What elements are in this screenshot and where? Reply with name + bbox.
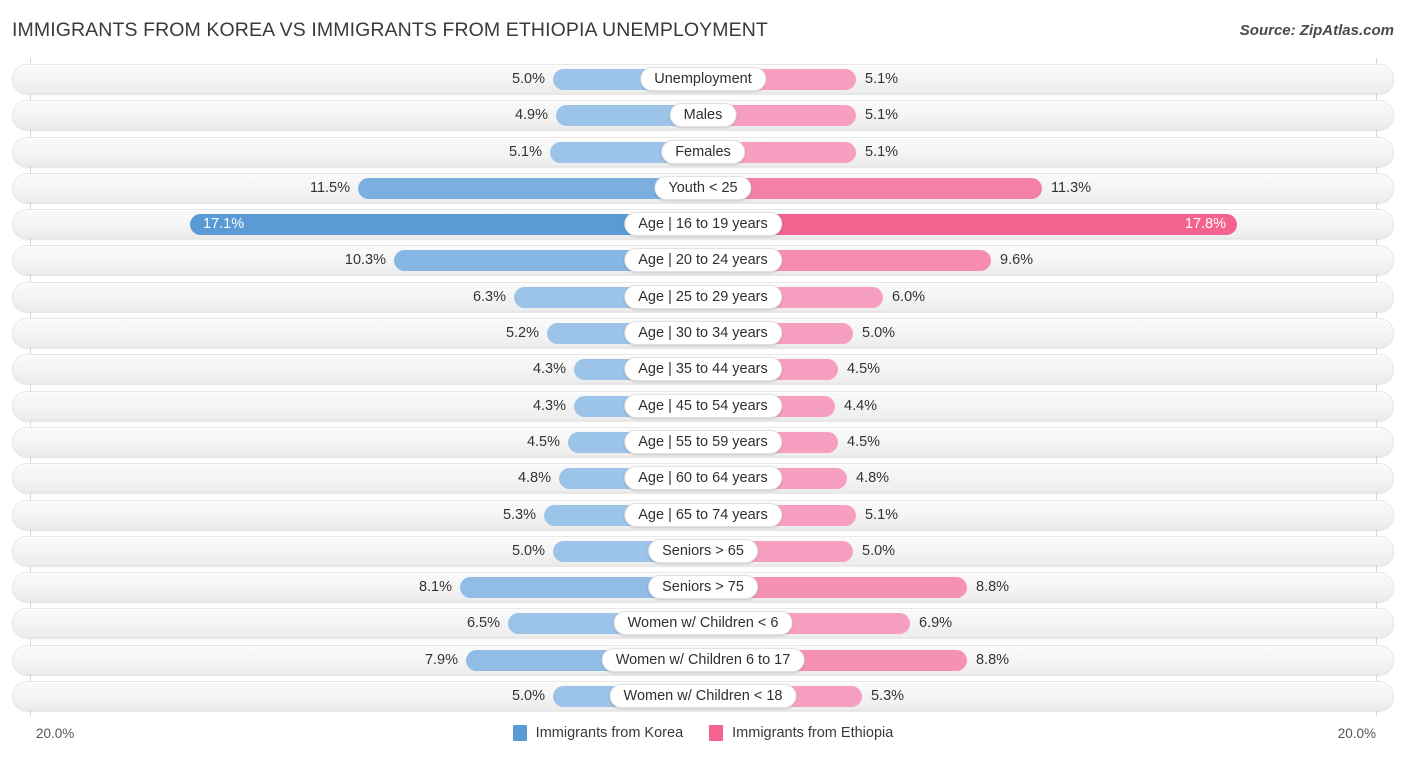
value-right-ethiopia: 5.1%	[865, 71, 899, 87]
chart-row: 5.2% 5.0% Age | 30 to 34 years	[0, 318, 1406, 349]
page-header: IMMIGRANTS FROM KOREA VS IMMIGRANTS FROM…	[0, 0, 1406, 58]
value-right-ethiopia: 17.8%	[1184, 216, 1226, 233]
row-label-pill: Age | 16 to 19 years	[624, 212, 782, 237]
value-right-ethiopia: 5.3%	[871, 688, 905, 705]
value-right-ethiopia: 5.1%	[865, 143, 899, 160]
value-left-korea: 4.3%	[532, 397, 566, 414]
value-left-korea: 7.9%	[424, 651, 458, 668]
value-left-korea: 4.9%	[514, 107, 548, 124]
chart-row: 8.1% 8.8% Seniors > 75	[0, 572, 1406, 603]
value-right-ethiopia: 5.1%	[865, 506, 899, 523]
row-label-pill: Seniors > 65	[648, 538, 758, 563]
value-left-korea: 5.0%	[511, 688, 545, 705]
row-label-pill: Women w/ Children < 6	[613, 611, 793, 636]
chart-rows: 5.0% 5.1% Unemployment 4.9% 5.1% Males 5.1% 5.1…	[0, 64, 1406, 717]
row-label-pill: Age | 60 to 64 years	[624, 466, 782, 491]
value-left-korea: 6.3%	[472, 288, 506, 305]
chart-row: 6.5% 6.9% Women w/ Children < 6	[0, 608, 1406, 639]
chart-row: 4.3% 4.5% Age | 35 to 44 years	[0, 354, 1406, 385]
chart-row: 5.0% 5.1% Unemployment	[0, 64, 1406, 94]
row-label-pill: Women w/ Children < 18	[609, 684, 797, 709]
bar-right-ethiopia	[703, 214, 1237, 236]
row-label-pill: Age | 45 to 54 years	[624, 393, 782, 418]
value-left-korea: 17.1%	[203, 216, 245, 233]
legend-item[interactable]: Immigrants from Korea	[512, 725, 684, 741]
chart-row: 7.9% 8.8% Women w/ Children 6 to 17	[0, 644, 1406, 675]
row-label-pill: Seniors > 75	[648, 575, 758, 600]
value-right-ethiopia: 8.8%	[976, 651, 1010, 668]
value-right-ethiopia: 4.4%	[844, 397, 878, 414]
row-label-pill: Age | 20 to 24 years	[624, 248, 782, 273]
row-label-pill: Age | 30 to 34 years	[624, 321, 782, 346]
value-right-ethiopia: 5.1%	[865, 107, 899, 124]
chart-row: 5.0% 5.3% Women w/ Children < 18	[0, 681, 1406, 712]
row-label-pill: Age | 55 to 59 years	[624, 429, 782, 454]
bar-right-ethiopia	[703, 177, 1042, 199]
value-left-korea: 5.0%	[511, 542, 545, 559]
value-left-korea: 5.1%	[508, 143, 542, 160]
value-left-korea: 5.2%	[505, 325, 539, 342]
value-right-ethiopia: 9.6%	[1000, 252, 1034, 269]
value-right-ethiopia: 4.8%	[856, 470, 890, 487]
value-left-korea: 4.5%	[526, 433, 560, 450]
value-right-ethiopia: 4.5%	[847, 361, 881, 378]
value-right-ethiopia: 6.0%	[892, 288, 926, 305]
legend-label: Immigrants from Korea	[535, 725, 684, 741]
chart-row: 4.5% 4.5% Age | 55 to 59 years	[0, 426, 1406, 457]
row-label-pill: Age | 25 to 29 years	[624, 284, 782, 309]
value-left-korea: 10.3%	[344, 252, 386, 269]
chart-row: 11.5% 11.3% Youth < 25	[0, 172, 1406, 203]
value-left-korea: 4.3%	[532, 361, 566, 378]
legend-item[interactable]: Immigrants from Ethiopia	[709, 725, 893, 741]
legend-swatch-icon	[709, 725, 724, 741]
row-label-pill: Unemployment	[640, 67, 766, 91]
value-right-ethiopia: 6.9%	[919, 615, 953, 632]
chart-row: 17.1% 17.8% Age | 16 to 19 years	[0, 209, 1406, 240]
value-right-ethiopia: 5.0%	[862, 325, 896, 342]
chart-row: 5.3% 5.1% Age | 65 to 74 years	[0, 499, 1406, 530]
legend-label: Immigrants from Ethiopia	[732, 725, 894, 741]
page-title: IMMIGRANTS FROM KOREA VS IMMIGRANTS FROM…	[12, 19, 768, 41]
chart-row: 6.3% 6.0% Age | 25 to 29 years	[0, 281, 1406, 312]
value-right-ethiopia: 5.0%	[862, 542, 896, 559]
bar-left-korea	[358, 177, 703, 199]
chart-legend: Immigrants from Korea Immigrants from Eth…	[0, 725, 1406, 741]
row-label-pill: Age | 35 to 44 years	[624, 357, 782, 382]
chart-row: 10.3% 9.6% Age | 20 to 24 years	[0, 245, 1406, 276]
value-right-ethiopia: 4.5%	[847, 433, 881, 450]
diverging-bar-chart: 5.0% 5.1% Unemployment 4.9% 5.1% Males 5.1% 5.1…	[0, 58, 1406, 718]
value-right-ethiopia: 11.3%	[1051, 179, 1092, 196]
chart-page: IMMIGRANTS FROM KOREA VS IMMIGRANTS FROM…	[0, 0, 1406, 757]
value-left-korea: 8.1%	[418, 579, 452, 596]
row-label-pill: Youth < 25	[654, 175, 752, 200]
chart-row: 4.3% 4.4% Age | 45 to 54 years	[0, 390, 1406, 421]
chart-footer: 20.0% 20.0% Immigrants from Korea Immigra…	[0, 716, 1406, 757]
value-left-korea: 6.5%	[466, 615, 500, 632]
legend-swatch-icon	[512, 725, 527, 741]
row-label-pill: Females	[661, 139, 745, 164]
value-left-korea: 5.0%	[511, 71, 545, 87]
chart-row: 5.1% 5.1% Females	[0, 136, 1406, 167]
chart-row: 4.8% 4.8% Age | 60 to 64 years	[0, 463, 1406, 494]
chart-row: 4.9% 5.1% Males	[0, 100, 1406, 131]
value-left-korea: 11.5%	[309, 179, 350, 196]
source-attribution: Source: ZipAtlas.com	[1239, 22, 1394, 39]
row-label-pill: Age | 65 to 74 years	[624, 502, 782, 527]
value-left-korea: 5.3%	[502, 506, 536, 523]
value-left-korea: 4.8%	[517, 470, 551, 487]
row-label-pill: Males	[669, 103, 737, 128]
row-label-pill: Women w/ Children 6 to 17	[601, 647, 805, 672]
chart-row: 5.0% 5.0% Seniors > 65	[0, 535, 1406, 566]
value-right-ethiopia: 8.8%	[976, 579, 1010, 596]
